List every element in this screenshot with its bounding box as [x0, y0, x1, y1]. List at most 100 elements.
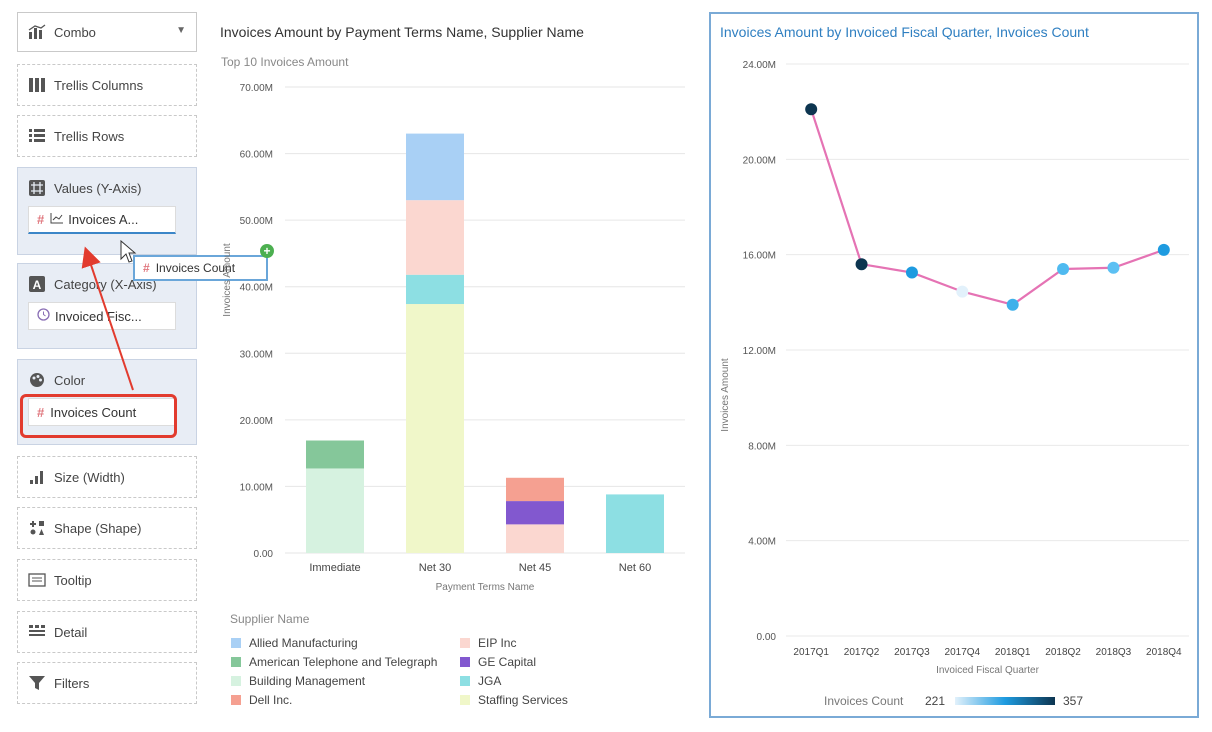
legend-title: Supplier Name: [230, 612, 310, 626]
legend-item[interactable]: EIP Inc: [460, 636, 516, 650]
series-line: [810, 108, 1165, 306]
chevron-down-icon[interactable]: ▼: [176, 25, 186, 36]
tooltip-dropzone[interactable]: Tooltip: [17, 559, 197, 601]
x-tick-label: Immediate: [309, 562, 360, 574]
bar-segment: [506, 524, 564, 553]
bar-segment: [406, 304, 464, 553]
filter-icon: [28, 675, 46, 691]
bar-chart: 0.00 10.00M 20.00M 30.00M 40.00M 50.00M 60.00M…: [222, 83, 685, 593]
bar-chart-title: Invoices Amount by Payment Terms Name, S…: [220, 24, 584, 40]
legend-swatch: [231, 676, 241, 686]
values-chip-label: Invoices A...: [68, 212, 139, 227]
data-point: [1157, 243, 1170, 256]
trellis-columns-label: Trellis Columns: [54, 77, 144, 93]
x-tick-label: Net 60: [619, 562, 651, 574]
x-tick-label: 2017Q1: [793, 647, 829, 658]
y-tick-label: 40.00M: [240, 283, 273, 294]
chart-type-label: Combo: [54, 24, 96, 40]
size-label: Size (Width): [54, 469, 125, 485]
detail-label: Detail: [54, 624, 88, 640]
data-point: [855, 258, 868, 271]
line-chart: 0.00 4.00M 8.00M 12.00M 16.00M 20.00M 24.00M In…: [720, 60, 1189, 708]
legend-swatch: [231, 638, 241, 648]
filters-label: Filters: [54, 675, 90, 691]
highlight-box: [20, 394, 177, 438]
x-tick-label: 2018Q2: [1045, 647, 1081, 658]
bar-chart-subtitle: Top 10 Invoices Amount: [221, 55, 349, 69]
y-tick-label: 24.00M: [743, 60, 776, 71]
y-tick-label: 30.00M: [240, 349, 273, 360]
detail-dropzone[interactable]: Detail: [17, 611, 197, 653]
y-tick-label: 0.00: [757, 632, 777, 643]
legend-item[interactable]: Building Management: [231, 674, 365, 688]
shape-dropzone[interactable]: Shape (Shape): [17, 507, 197, 549]
x-tick-label: 2017Q3: [894, 647, 930, 658]
y-tick-label: 60.00M: [240, 150, 273, 161]
size-dropzone[interactable]: Size (Width): [17, 456, 197, 498]
x-tick-label: Net 45: [519, 562, 551, 574]
data-point: [905, 266, 918, 279]
x-tick-label: Net 30: [419, 562, 451, 574]
tooltip-label: Tooltip: [54, 572, 92, 588]
legend-item[interactable]: Allied Manufacturing: [231, 636, 358, 650]
color-legend-title: Invoices Count: [824, 694, 904, 708]
legend-swatch: [460, 695, 470, 705]
legend-item[interactable]: Staffing Services: [460, 693, 568, 707]
x-tick-label: 2017Q2: [844, 647, 880, 658]
legend-swatch: [460, 638, 470, 648]
y-tick-label: 4.00M: [748, 537, 776, 548]
line-chart-icon: [50, 212, 64, 227]
data-point: [1057, 262, 1070, 275]
bar-size-icon: [28, 469, 46, 485]
legend-item[interactable]: Dell Inc.: [231, 693, 292, 707]
bar-segment: [506, 501, 564, 525]
color-legend-max: 357: [1063, 694, 1083, 708]
hash-icon: #: [37, 212, 45, 227]
legend-item[interactable]: GE Capital: [460, 655, 536, 669]
trellis-rows-dropzone[interactable]: Trellis Rows: [17, 115, 197, 157]
rows-icon: [28, 128, 46, 144]
mouse-cursor-icon: [120, 240, 137, 263]
line-chart-title: Invoices Amount by Invoiced Fiscal Quart…: [720, 24, 1089, 40]
legend-label: Building Management: [249, 674, 366, 688]
x-axis-label: Invoiced Fiscal Quarter: [936, 665, 1039, 676]
y-tick-label: 20.00M: [240, 416, 273, 427]
y-axis-label: Invoices Amount: [720, 358, 731, 432]
values-dropzone[interactable]: Values (Y-Axis) # Invoices A...: [17, 167, 197, 255]
bar-segment: [606, 494, 664, 553]
category-chip[interactable]: Invoiced Fisc...: [28, 302, 176, 330]
columns-icon: [28, 77, 46, 93]
bar-segment: [306, 468, 364, 553]
trellis-columns-dropzone[interactable]: Trellis Columns: [17, 64, 197, 106]
legend-item[interactable]: JGA: [460, 674, 501, 688]
hash-icon: #: [143, 261, 150, 275]
bar-segment: [406, 274, 464, 305]
y-tick-label: 10.00M: [240, 482, 273, 493]
values-chip[interactable]: # Invoices A...: [28, 206, 176, 234]
svg-text:A: A: [33, 278, 42, 292]
data-point: [1006, 298, 1019, 311]
palette-icon: [28, 372, 46, 388]
x-tick-label: 2018Q1: [995, 647, 1031, 658]
legend-label: Dell Inc.: [249, 693, 293, 707]
y-tick-label: 0.00: [254, 549, 274, 560]
chart-type-dropdown[interactable]: Combo ▼: [17, 12, 197, 52]
bar-segment: [406, 133, 464, 201]
tooltip-icon: [28, 572, 46, 588]
filters-dropzone[interactable]: Filters: [17, 662, 197, 704]
detail-icon: [28, 624, 46, 640]
legend-item[interactable]: American Telephone and Telegraph: [231, 655, 437, 669]
bar-segment: [306, 440, 364, 469]
color-header: Color: [54, 372, 86, 388]
letter-a-icon: A: [28, 276, 46, 292]
values-header: Values (Y-Axis): [54, 180, 142, 196]
color-legend-gradient: [955, 697, 1055, 705]
legend-label: EIP Inc: [478, 636, 517, 650]
x-axis-label: Payment Terms Name: [436, 582, 535, 593]
combo-chart-icon: [28, 24, 46, 40]
data-point: [805, 103, 818, 116]
shapes-icon: [28, 520, 46, 536]
clock-icon: [37, 308, 50, 324]
legend-label: Staffing Services: [478, 693, 568, 707]
grid-icon: [28, 180, 46, 196]
